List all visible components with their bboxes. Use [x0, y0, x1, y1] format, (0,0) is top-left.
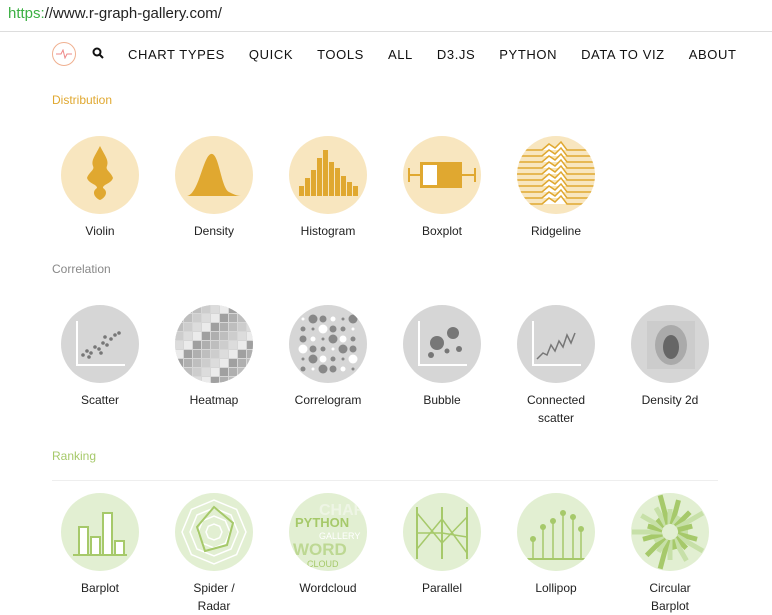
- chart-type-label: Heatmap: [189, 393, 239, 407]
- svg-text:CHAR: CHAR: [319, 502, 366, 519]
- chart-type-label: Connected scatter: [526, 393, 586, 425]
- search-icon[interactable]: [92, 47, 104, 62]
- circular-barplot-chart-icon: [631, 493, 709, 571]
- chart-type-label: Histogram: [300, 224, 356, 238]
- divider: [0, 31, 772, 32]
- nav-about[interactable]: ABOUT: [689, 47, 737, 62]
- parallel-chart-icon: [403, 493, 481, 571]
- density-2d-chart-icon: [631, 305, 709, 383]
- wordcloud-chart-icon: PYTHON CHAR GALLERY WORD CLOUD: [289, 493, 367, 571]
- chart-type-label: Bubble: [423, 393, 461, 407]
- site-logo[interactable]: [52, 42, 76, 66]
- ridgeline-chart-icon: [517, 136, 595, 214]
- section-title-correlation: Correlation: [52, 262, 111, 276]
- chart-type-circular-barplot[interactable]: Circular Barplot: [613, 493, 727, 615]
- svg-text:WORD: WORD: [293, 540, 347, 559]
- chart-type-lollipop[interactable]: Lollipop: [499, 493, 613, 597]
- chart-type-scatter[interactable]: Scatter: [43, 305, 157, 409]
- main-nav: CHART TYPES QUICK TOOLS ALL D3.JS PYTHON…: [52, 42, 737, 66]
- chart-type-histogram[interactable]: Histogram: [271, 136, 385, 240]
- chart-type-density[interactable]: Density: [157, 136, 271, 240]
- chart-type-label: Boxplot: [421, 224, 463, 238]
- chart-type-label: Density 2d: [641, 393, 699, 407]
- chart-type-label: Wordcloud: [299, 581, 357, 595]
- chart-type-violin[interactable]: Violin: [43, 136, 157, 240]
- chart-type-label: Spider / Radar: [193, 581, 235, 613]
- chart-type-label: Circular Barplot: [649, 581, 691, 613]
- chart-type-boxplot[interactable]: Boxplot: [385, 136, 499, 240]
- chart-type-heatmap[interactable]: Heatmap: [157, 305, 271, 409]
- chart-type-connected-scatter[interactable]: Connected scatter: [499, 305, 613, 427]
- heatmap-chart-icon: [175, 305, 253, 383]
- nav-data-to-viz[interactable]: DATA TO VIZ: [581, 47, 665, 62]
- nav-tools[interactable]: TOOLS: [317, 47, 364, 62]
- lollipop-chart-icon: [517, 493, 595, 571]
- section-title-ranking: Ranking: [52, 449, 97, 463]
- boxplot-chart-icon: [403, 136, 481, 214]
- section-title-distribution: Distribution: [52, 93, 113, 107]
- nav-all[interactable]: ALL: [388, 47, 413, 62]
- chart-type-label: Lollipop: [535, 581, 577, 595]
- nav-python[interactable]: PYTHON: [499, 47, 557, 62]
- chart-type-spider-radar[interactable]: Spider / Radar: [157, 493, 271, 615]
- density-chart-icon: [175, 136, 253, 214]
- chart-type-correlogram[interactable]: Correlogram: [271, 305, 385, 409]
- chart-type-density-2d[interactable]: Density 2d: [613, 305, 727, 409]
- bubble-chart-icon: [403, 305, 481, 383]
- chart-type-label: Violin: [85, 224, 115, 238]
- nav-chart-types[interactable]: CHART TYPES: [128, 47, 225, 62]
- barplot-chart-icon: [61, 493, 139, 571]
- nav-d3js[interactable]: D3.JS: [437, 47, 475, 62]
- violin-chart-icon: [61, 136, 139, 214]
- chart-type-label: Barplot: [80, 581, 120, 595]
- connected-scatter-chart-icon: [517, 305, 595, 383]
- address-bar[interactable]: https://www.r-graph-gallery.com/: [8, 5, 222, 22]
- chart-type-ridgeline[interactable]: Ridgeline: [499, 136, 613, 240]
- scatter-chart-icon: [61, 305, 139, 383]
- chart-type-parallel[interactable]: Parallel: [385, 493, 499, 597]
- chart-type-wordcloud[interactable]: PYTHON CHAR GALLERY WORD CLOUD Wordcloud: [271, 493, 385, 597]
- divider: [52, 480, 718, 481]
- chart-type-bubble[interactable]: Bubble: [385, 305, 499, 409]
- spider-radar-chart-icon: [175, 493, 253, 571]
- chart-type-label: Density: [193, 224, 234, 238]
- chart-type-barplot[interactable]: Barplot: [43, 493, 157, 597]
- svg-text:CLOUD: CLOUD: [307, 559, 339, 569]
- chart-type-label: Ridgeline: [530, 224, 582, 238]
- chart-type-label: Correlogram: [294, 393, 362, 407]
- correlogram-chart-icon: [289, 305, 367, 383]
- chart-type-label: Parallel: [421, 581, 463, 595]
- chart-type-label: Scatter: [80, 393, 119, 407]
- histogram-chart-icon: [289, 136, 367, 214]
- nav-quick[interactable]: QUICK: [249, 47, 293, 62]
